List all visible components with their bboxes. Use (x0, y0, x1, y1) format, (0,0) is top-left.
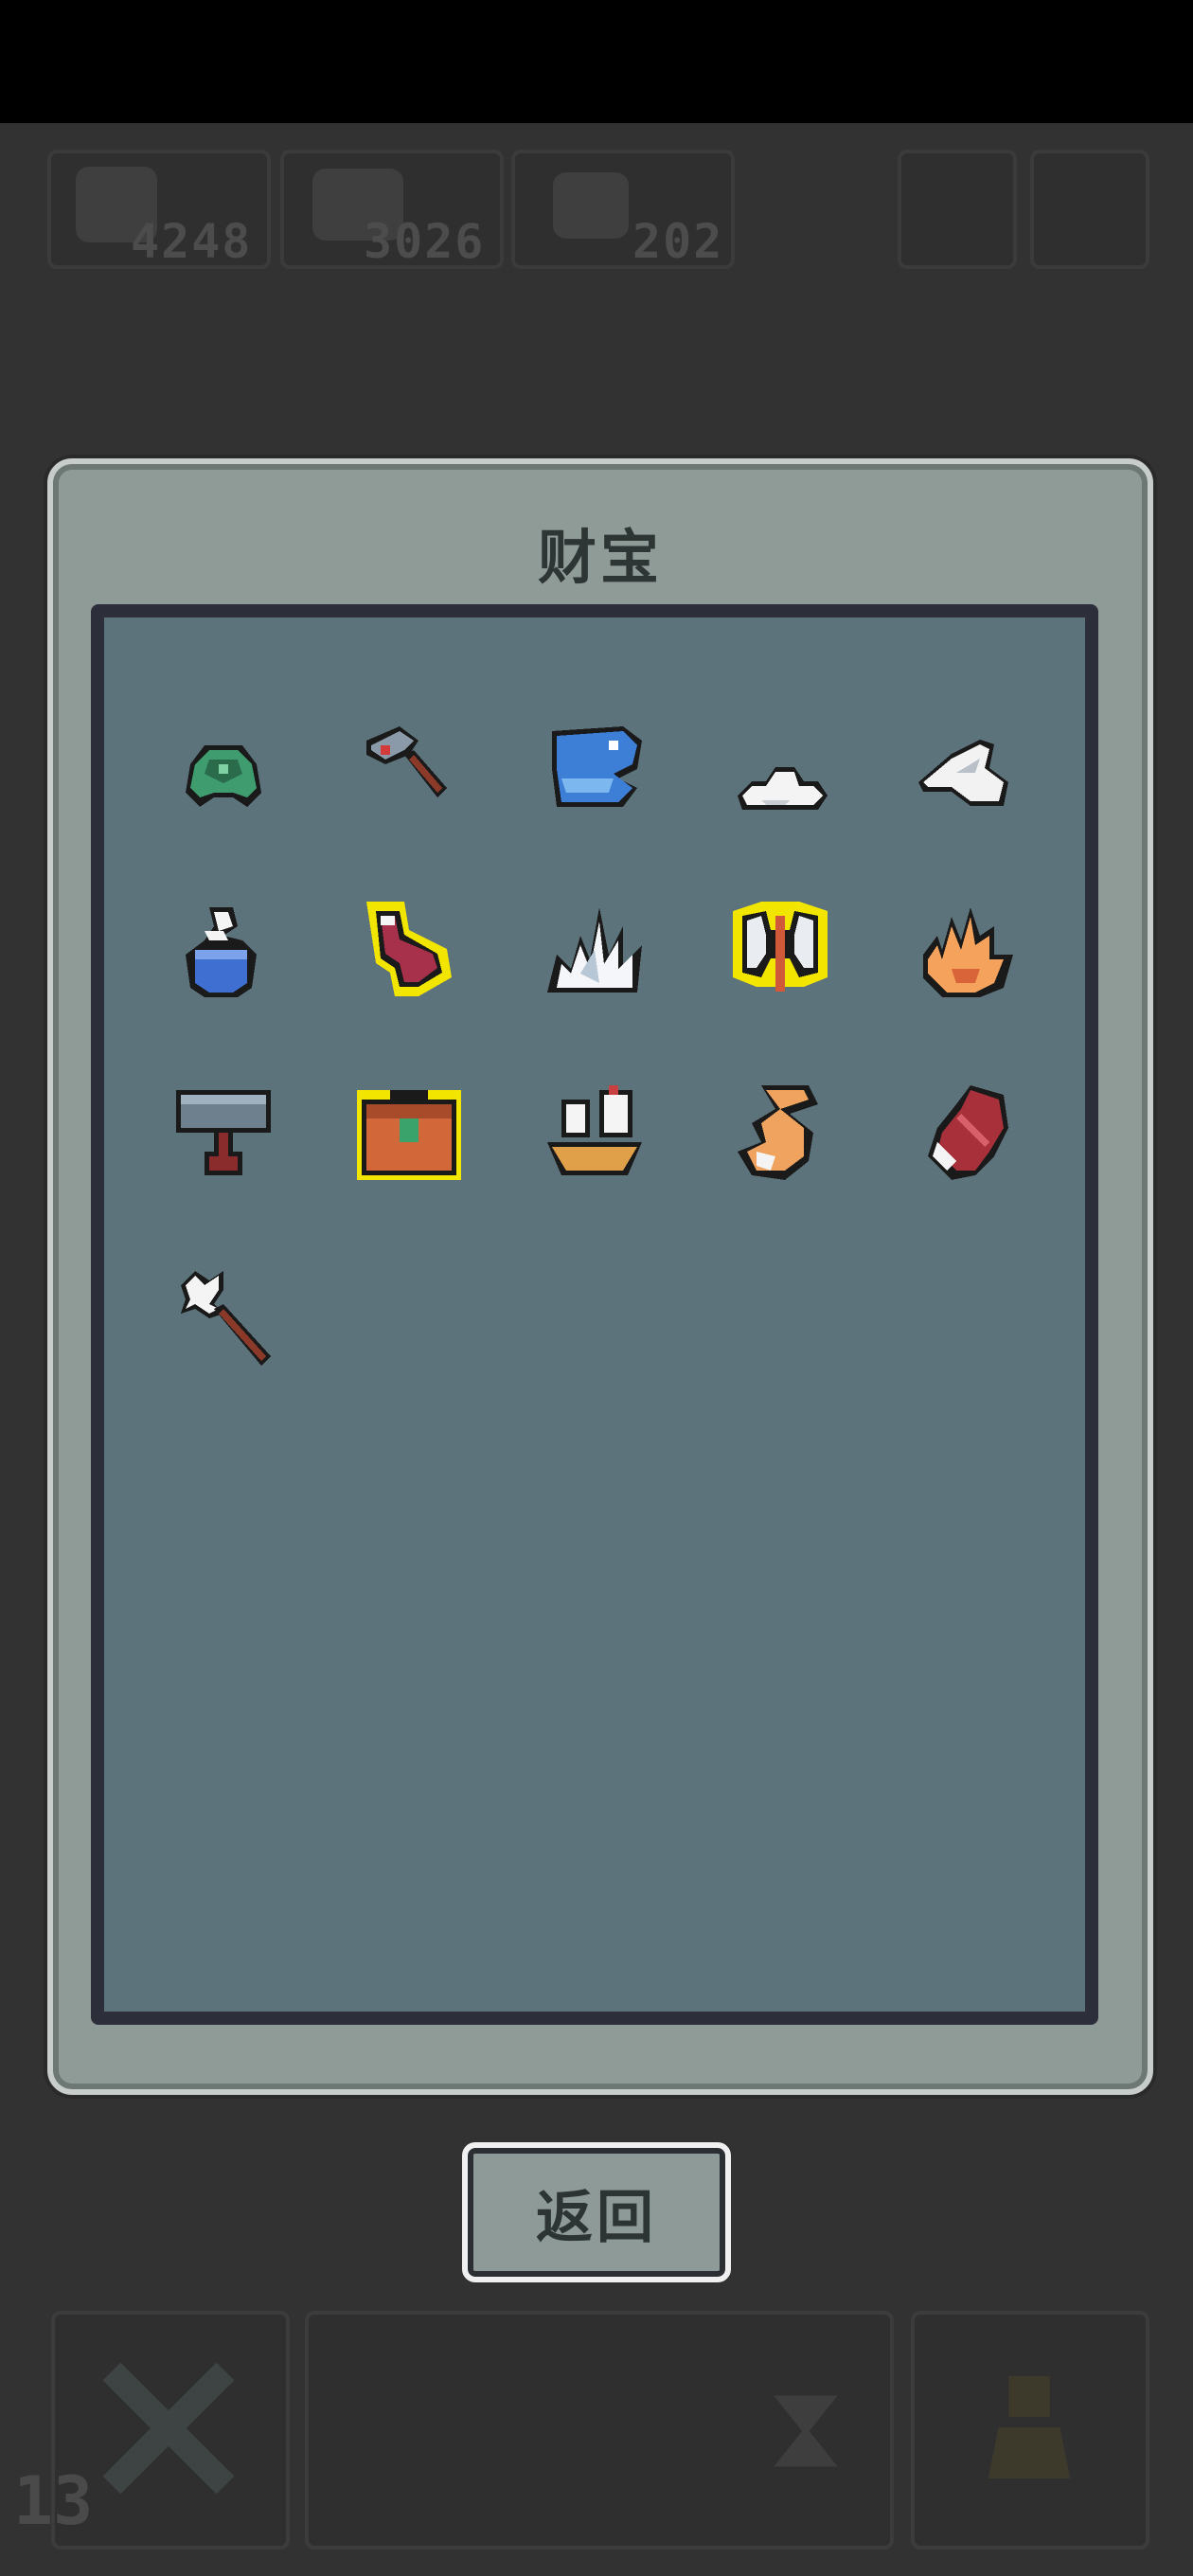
green-turtle-shell-icon[interactable] (167, 722, 280, 835)
red-boot-icon[interactable] (352, 892, 466, 1006)
resource-value-ore: 4248 (131, 214, 253, 269)
fox-tail-icon[interactable] (723, 1076, 837, 1190)
crossed-swords-icon (102, 2362, 235, 2495)
cloud-icon[interactable] (723, 729, 837, 843)
treasure-grid (91, 604, 1098, 2025)
resource-value-fish: 3026 (364, 214, 486, 269)
bottom-counter: 13 (13, 2462, 94, 2540)
magic-wand-icon[interactable] (167, 1261, 280, 1375)
treasure-panel: 财宝 (47, 458, 1153, 2095)
hourglass-icon (774, 2395, 838, 2467)
hud-button-right[interactable] (1030, 150, 1149, 269)
blue-shell-icon[interactable] (538, 712, 651, 826)
hud-button-left[interactable] (898, 150, 1017, 269)
genie-pot-icon[interactable] (167, 898, 280, 1011)
red-feather-icon[interactable] (909, 1076, 1023, 1190)
ice-crystal-icon[interactable] (538, 898, 651, 1011)
flame-hand-icon[interactable] (909, 898, 1023, 1011)
bottom-panel-center (305, 2311, 894, 2549)
ruby-hammer-icon[interactable] (352, 712, 466, 826)
treasure-chest-icon[interactable] (352, 1076, 466, 1190)
winged-sandal-icon[interactable] (909, 716, 1023, 830)
squirrel-icon (553, 172, 629, 239)
panel-title: 财宝 (537, 523, 663, 592)
bottom-button-character[interactable] (911, 2311, 1149, 2549)
battle-axe-icon[interactable] (723, 892, 837, 1006)
person-icon (988, 2375, 1071, 2479)
resource-value-squirrel: 202 (632, 214, 724, 269)
war-hammer-icon[interactable] (167, 1076, 280, 1190)
back-button[interactable]: 返回 (462, 2142, 731, 2282)
sailing-ship-icon[interactable] (538, 1076, 651, 1190)
status-bar (0, 0, 1193, 123)
